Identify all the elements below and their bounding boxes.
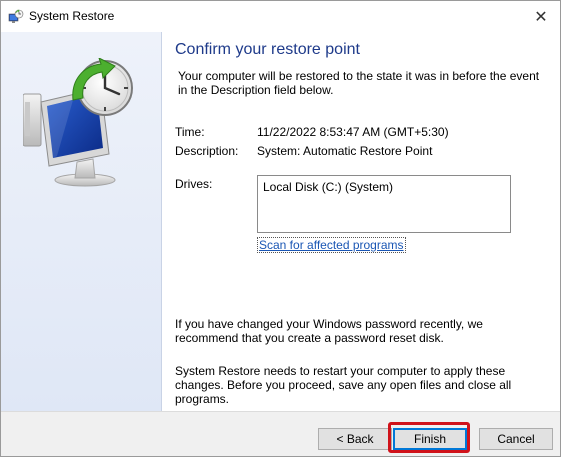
drives-list[interactable]: Local Disk (C:) (System) [257, 175, 511, 233]
time-label: Time: [175, 125, 205, 139]
close-button[interactable]: ✕ [522, 1, 560, 32]
password-note: If you have changed your Windows passwor… [175, 317, 483, 345]
restore-monitor-clock-icon [23, 58, 133, 187]
time-value: 11/22/2022 8:53:47 AM (GMT+5:30) [257, 125, 449, 139]
list-item[interactable]: Local Disk (C:) (System) [263, 180, 393, 194]
system-restore-icon [8, 9, 24, 23]
button-bar: < Back Finish Cancel [1, 411, 560, 456]
back-button[interactable]: < Back [318, 428, 392, 450]
intro-text: Your computer will be restored to the st… [178, 69, 540, 97]
close-icon: ✕ [534, 8, 548, 26]
drives-label: Drives: [175, 177, 213, 191]
system-restore-window: System Restore ✕ Confirm your restore po… [0, 0, 561, 457]
title-bar: System Restore ✕ [1, 1, 560, 32]
page-title: Confirm your restore point [175, 41, 360, 58]
window-title: System Restore [29, 9, 115, 23]
restart-note: System Restore needs to restart your com… [175, 364, 512, 406]
description-value: System: Automatic Restore Point [257, 144, 433, 158]
scan-affected-programs-link[interactable]: Scan for affected programs [257, 237, 406, 253]
description-label: Description: [175, 144, 239, 158]
left-panel [1, 32, 162, 411]
main-content: Confirm your restore point Your computer… [162, 32, 560, 411]
finish-highlight [388, 422, 470, 453]
cancel-button[interactable]: Cancel [479, 428, 553, 450]
